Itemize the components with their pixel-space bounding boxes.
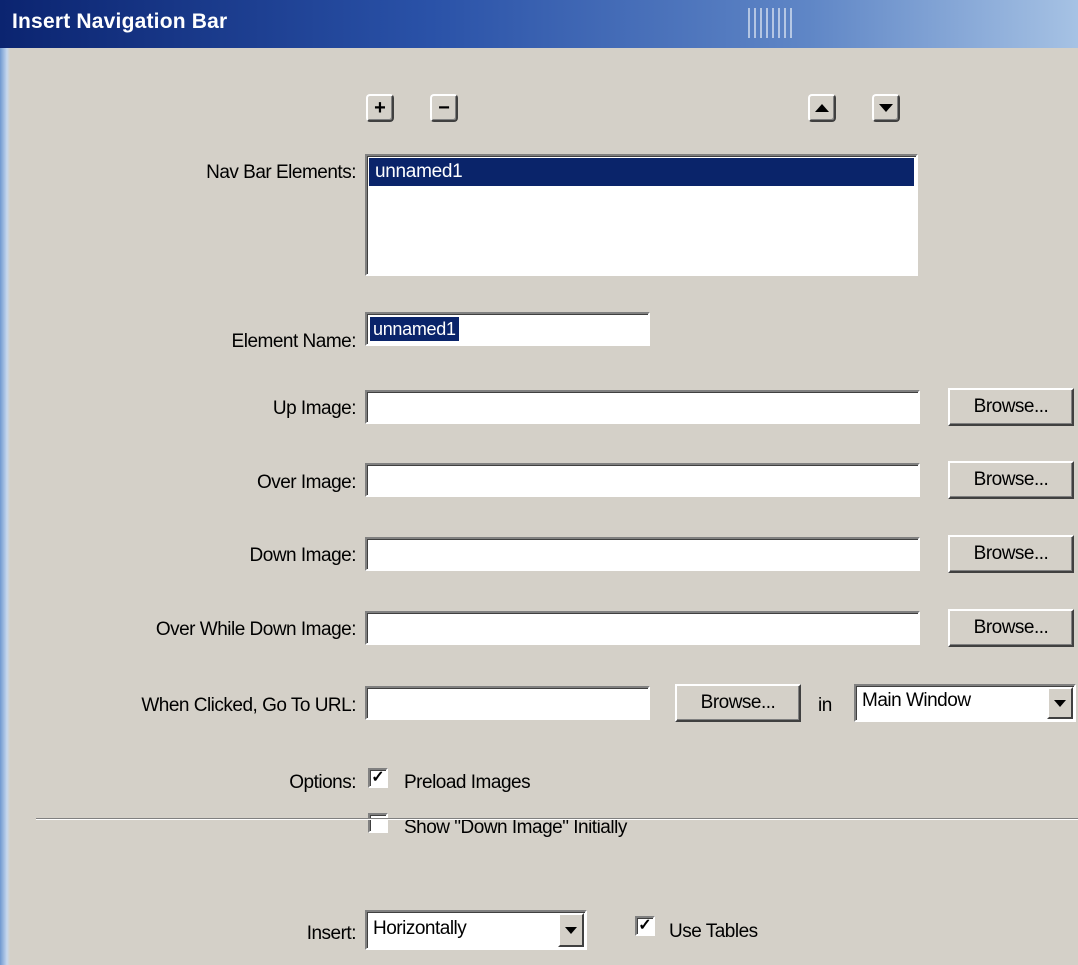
- go-to-url-label: When Clicked, Go To URL:: [141, 695, 356, 716]
- nav-bar-elements-label: Nav Bar Elements:: [206, 162, 356, 183]
- target-window-value: Main Window: [862, 690, 971, 711]
- up-image-browse-button[interactable]: Browse...: [948, 388, 1074, 426]
- title-bar[interactable]: Insert Navigation Bar: [0, 0, 1078, 48]
- element-name-field[interactable]: unnamed1: [365, 312, 650, 346]
- insert-label: Insert:: [306, 923, 357, 944]
- nav-bar-elements-list[interactable]: unnamed1: [365, 154, 918, 276]
- list-item[interactable]: unnamed1: [369, 158, 914, 186]
- down-image-field[interactable]: [365, 537, 920, 571]
- window-left-edge: [0, 48, 10, 965]
- preload-images-label[interactable]: Preload Images: [404, 772, 531, 794]
- triangle-up-icon: [815, 104, 829, 112]
- over-while-down-image-browse-button[interactable]: Browse...: [948, 609, 1074, 647]
- dropdown-arrow-icon[interactable]: [558, 913, 584, 947]
- title-bar-decoration: [748, 8, 794, 38]
- in-label: in: [818, 695, 832, 716]
- triangle-down-icon: [879, 104, 893, 112]
- show-down-image-checkbox[interactable]: [368, 813, 388, 833]
- over-image-label: Over Image:: [256, 472, 357, 493]
- go-to-url-field[interactable]: [365, 686, 650, 720]
- element-name-label: Element Name:: [231, 331, 357, 352]
- over-while-down-image-field[interactable]: [365, 611, 920, 645]
- use-tables-label[interactable]: Use Tables: [669, 921, 758, 943]
- add-element-button[interactable]: +: [366, 94, 394, 122]
- over-image-browse-button[interactable]: Browse...: [948, 461, 1074, 499]
- over-image-field[interactable]: [365, 463, 920, 497]
- remove-element-button[interactable]: −: [430, 94, 458, 122]
- over-while-down-image-label: Over While Down Image:: [155, 619, 357, 640]
- down-image-browse-button[interactable]: Browse...: [948, 535, 1074, 573]
- checkmark-icon: ✓: [371, 769, 385, 786]
- separator-line: [36, 818, 1078, 820]
- up-image-field[interactable]: [365, 390, 920, 424]
- down-image-label: Down Image:: [249, 545, 357, 566]
- target-window-select[interactable]: Main Window: [854, 684, 1076, 722]
- show-down-image-label[interactable]: Show "Down Image" Initially: [404, 817, 627, 839]
- use-tables-checkbox[interactable]: ✓: [635, 916, 655, 936]
- insert-orientation-value: Horizontally: [373, 918, 467, 939]
- minus-icon: −: [438, 97, 450, 119]
- options-label: Options:: [289, 772, 356, 793]
- move-up-button[interactable]: [808, 94, 836, 122]
- element-name-value: unnamed1: [370, 317, 459, 341]
- dropdown-arrow-icon[interactable]: [1047, 687, 1073, 719]
- window-title: Insert Navigation Bar: [12, 10, 228, 33]
- insert-orientation-select[interactable]: Horizontally: [365, 910, 587, 950]
- checkmark-icon: ✓: [638, 917, 652, 934]
- up-image-label: Up Image:: [272, 398, 357, 419]
- dialog-body: + − Nav Bar Elements: unnamed1 Element N…: [10, 48, 1078, 965]
- preload-images-checkbox[interactable]: ✓: [368, 768, 388, 788]
- plus-icon: +: [374, 97, 386, 119]
- go-to-url-browse-button[interactable]: Browse...: [675, 684, 801, 722]
- move-down-button[interactable]: [872, 94, 900, 122]
